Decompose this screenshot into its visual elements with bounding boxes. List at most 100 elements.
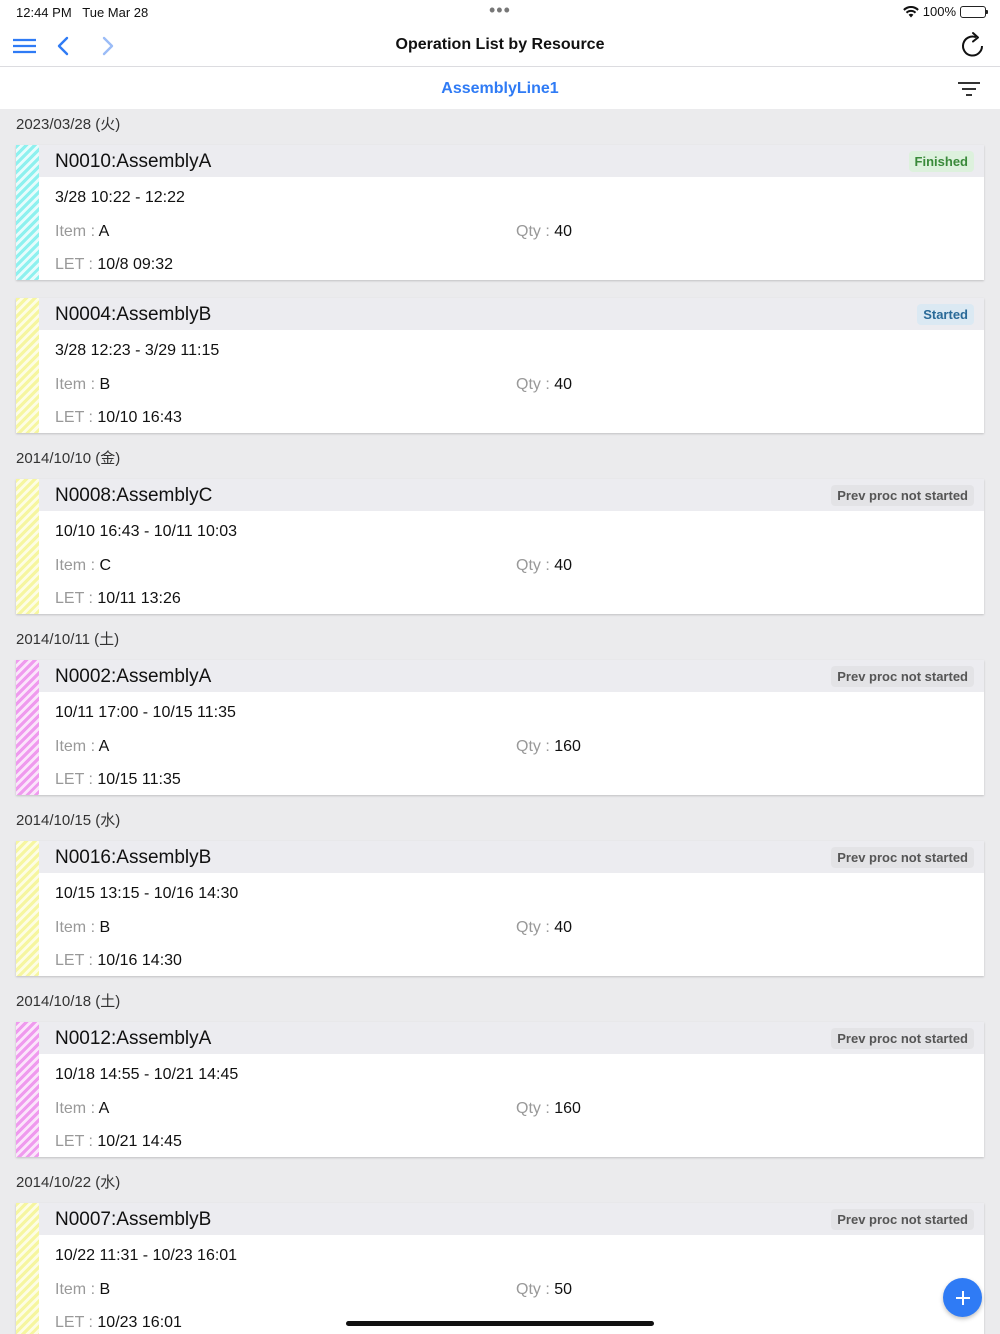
date-header: 2014/10/15 (水) bbox=[0, 805, 1000, 833]
item-label: Item bbox=[55, 1281, 87, 1298]
date-header: 2014/10/10 (金) bbox=[0, 443, 1000, 471]
item-row: Item : A bbox=[55, 738, 110, 755]
operation-title: N0012:AssemblyA bbox=[55, 1028, 212, 1049]
operation-card[interactable]: N0010:AssemblyA Finished 3/28 10:22 - 12:2… bbox=[16, 145, 984, 280]
operation-time: 10/11 17:00 - 10/15 11:35 bbox=[55, 704, 236, 721]
item-label: Item bbox=[55, 223, 87, 240]
operation-time: 3/28 10:22 - 12:22 bbox=[55, 189, 185, 206]
filter-icon[interactable] bbox=[957, 80, 981, 98]
item-row: Item : A bbox=[55, 223, 110, 240]
let-row: LET : 10/10 16:43 bbox=[55, 409, 182, 426]
let-value: 10/23 16:01 bbox=[97, 1314, 182, 1331]
date-header: 2023/03/28 (火) bbox=[0, 109, 1000, 137]
operation-title: N0002:AssemblyA bbox=[55, 666, 212, 687]
operation-title: N0010:AssemblyA bbox=[55, 151, 212, 172]
status-badge: Prev proc not started bbox=[831, 847, 974, 868]
item-value: A bbox=[98, 223, 110, 240]
qty-label: Qty bbox=[516, 557, 541, 574]
operation-card[interactable]: N0012:AssemblyA Prev proc not started 10/1… bbox=[16, 1022, 984, 1157]
let-value: 10/11 13:26 bbox=[97, 590, 181, 607]
qty-row: Qty : 160 bbox=[516, 1100, 581, 1117]
operation-time: 10/22 11:31 - 10/23 16:01 bbox=[55, 1247, 238, 1264]
let-row: LET : 10/11 13:26 bbox=[55, 590, 181, 607]
add-button[interactable] bbox=[943, 1278, 982, 1317]
refresh-icon[interactable] bbox=[958, 31, 988, 61]
item-value: A bbox=[98, 738, 110, 755]
operation-card[interactable]: N0002:AssemblyA Prev proc not started 10/1… bbox=[16, 660, 984, 795]
item-label: Item bbox=[55, 557, 87, 574]
operation-time: 10/10 16:43 - 10/11 10:03 bbox=[55, 523, 238, 540]
item-row: Item : C bbox=[55, 557, 112, 574]
color-stripe bbox=[16, 479, 39, 614]
let-row: LET : 10/21 14:45 bbox=[55, 1133, 182, 1150]
operation-card[interactable]: N0004:AssemblyB Started 3/28 12:23 - 3/29 … bbox=[16, 298, 984, 433]
status-badge: Finished bbox=[908, 151, 974, 172]
qty-row: Qty : 40 bbox=[516, 557, 573, 574]
battery-icon bbox=[960, 5, 988, 18]
home-indicator bbox=[346, 1321, 654, 1326]
operation-card[interactable]: N0007:AssemblyB Prev proc not started 10/2… bbox=[16, 1203, 984, 1334]
card-header: N0010:AssemblyA Finished bbox=[39, 145, 984, 177]
status-badge: Prev proc not started bbox=[831, 485, 974, 506]
date-header: 2014/10/18 (土) bbox=[0, 986, 1000, 1014]
color-stripe bbox=[16, 841, 39, 976]
qty-label: Qty bbox=[516, 1100, 541, 1117]
qty-row: Qty : 40 bbox=[516, 376, 573, 393]
status-badge: Prev proc not started bbox=[831, 666, 974, 687]
let-row: LET : 10/15 11:35 bbox=[55, 771, 181, 788]
qty-label: Qty bbox=[516, 376, 541, 393]
status-badge: Prev proc not started bbox=[831, 1209, 974, 1230]
qty-value: 160 bbox=[554, 1100, 581, 1117]
qty-value: 40 bbox=[554, 376, 573, 393]
let-label: LET bbox=[55, 1133, 85, 1150]
operation-card[interactable]: N0016:AssemblyB Prev proc not started 10/1… bbox=[16, 841, 984, 976]
operation-time: 10/18 14:55 - 10/21 14:45 bbox=[55, 1066, 239, 1083]
item-label: Item bbox=[55, 738, 87, 755]
qty-label: Qty bbox=[516, 223, 541, 240]
item-row: Item : B bbox=[55, 376, 111, 393]
qty-row: Qty : 160 bbox=[516, 738, 581, 755]
color-stripe bbox=[16, 145, 39, 280]
item-row: Item : B bbox=[55, 1281, 111, 1298]
let-row: LET : 10/8 09:32 bbox=[55, 256, 174, 273]
card-header: N0012:AssemblyA Prev proc not started bbox=[39, 1022, 984, 1054]
qty-row: Qty : 40 bbox=[516, 919, 573, 936]
let-value: 10/16 14:30 bbox=[97, 952, 182, 969]
qty-label: Qty bbox=[516, 738, 541, 755]
card-header: N0008:AssemblyC Prev proc not started bbox=[39, 479, 984, 511]
status-badge: Started bbox=[917, 304, 974, 325]
let-label: LET bbox=[55, 771, 85, 788]
operation-title: N0008:AssemblyC bbox=[55, 485, 213, 506]
operation-list: 2023/03/28 (火) N0010:AssemblyA Finished 3/2… bbox=[0, 109, 1000, 1334]
qty-row: Qty : 50 bbox=[516, 1281, 573, 1298]
let-value: 10/15 11:35 bbox=[97, 771, 181, 788]
item-value: B bbox=[99, 1281, 111, 1298]
card-header: N0007:AssemblyB Prev proc not started bbox=[39, 1203, 984, 1235]
card-header: N0016:AssemblyB Prev proc not started bbox=[39, 841, 984, 873]
operation-card[interactable]: N0008:AssemblyC Prev proc not started 10/1… bbox=[16, 479, 984, 614]
let-label: LET bbox=[55, 1314, 85, 1331]
resource-name[interactable]: AssemblyLine1 bbox=[0, 80, 1000, 98]
battery-percent: 100% bbox=[922, 4, 956, 19]
operation-time: 3/28 12:23 - 3/29 11:15 bbox=[55, 342, 220, 359]
qty-value: 50 bbox=[554, 1281, 573, 1298]
date-header: 2014/10/11 (土) bbox=[0, 624, 1000, 652]
let-label: LET bbox=[55, 256, 85, 273]
wifi-icon bbox=[902, 5, 919, 17]
qty-value: 40 bbox=[554, 223, 573, 240]
let-value: 10/10 16:43 bbox=[97, 409, 182, 426]
status-time: 12:44 PM Tue Mar 28 bbox=[16, 5, 149, 20]
color-stripe bbox=[16, 660, 39, 795]
multitasking-dots-icon[interactable]: ••• bbox=[489, 0, 511, 21]
item-label: Item bbox=[55, 1100, 87, 1117]
qty-label: Qty bbox=[516, 1281, 541, 1298]
operation-title: N0004:AssemblyB bbox=[55, 304, 212, 325]
card-header: N0004:AssemblyB Started bbox=[39, 298, 984, 330]
operation-title: N0007:AssemblyB bbox=[55, 1209, 212, 1230]
let-value: 10/21 14:45 bbox=[97, 1133, 182, 1150]
operation-title: N0016:AssemblyB bbox=[55, 847, 212, 868]
item-row: Item : B bbox=[55, 919, 111, 936]
card-header: N0002:AssemblyA Prev proc not started bbox=[39, 660, 984, 692]
let-label: LET bbox=[55, 952, 85, 969]
date-header: 2014/10/22 (水) bbox=[0, 1167, 1000, 1195]
